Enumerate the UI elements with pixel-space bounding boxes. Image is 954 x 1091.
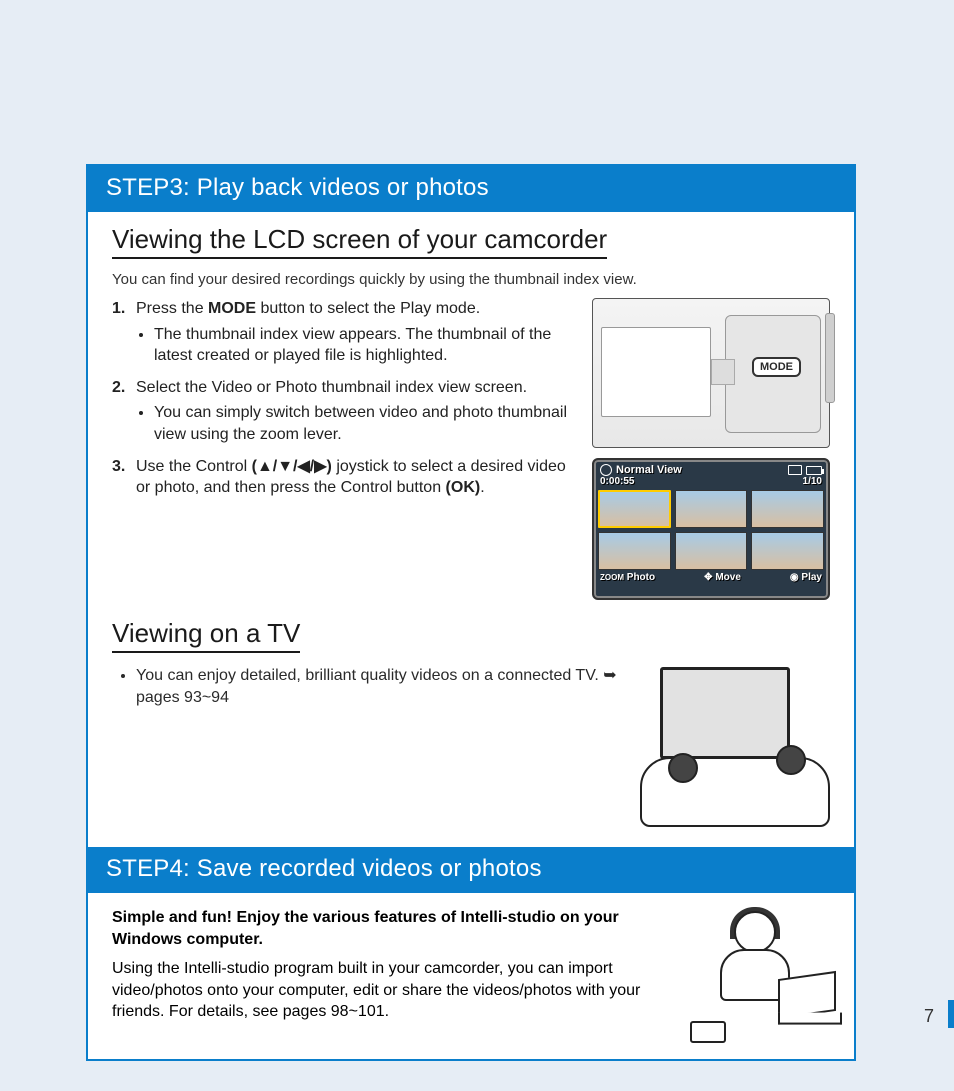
step4-text: Using the Intelli-studio program built i… [112,958,676,1023]
step4-bold-intro: Simple and fun! Enjoy the various featur… [112,907,676,950]
person-head-icon [776,745,806,775]
step3-content: Viewing the LCD screen of your camcorder… [88,212,854,847]
step-item-3: Use the Control (▲/▼/◀/▶) joystick to se… [112,456,578,499]
steps-column: Press the MODE button to select the Play… [112,298,578,600]
step4-header: STEP4: Save recorded videos or photos [88,847,854,893]
tv-bullet: You can enjoy detailed, brilliant qualit… [136,665,628,708]
section-heading-tv: Viewing on a TV [112,618,300,653]
step3-prefix: Use the Control [136,458,252,475]
step1-bold: MODE [208,300,256,317]
step1-suffix: button to select the Play mode. [256,300,480,317]
tv-illustration [640,667,830,829]
step3-header: STEP3: Play back videos or photos [88,166,854,212]
step-item-2: Select the Video or Photo thumbnail inde… [112,377,578,446]
section-heading-lcd: Viewing the LCD screen of your camcorder [112,224,607,259]
person-head-icon [668,753,698,783]
thumbnail [675,490,748,528]
laptop-icon [778,971,836,1019]
tv-bullet-prefix: You can enjoy detailed, brilliant qualit… [136,667,603,684]
mode-badge: MODE [752,357,801,377]
step1-sub: The thumbnail index view appears. The th… [154,324,578,367]
lcd-time: 0:00:55 [600,476,634,487]
step3-suffix: . [480,479,484,496]
move-label: Move [715,572,741,583]
zoom-label: ZOOM [600,573,624,582]
thumbnail [751,532,824,570]
ok-bold: (OK) [446,479,481,496]
thumbnail-selected [598,490,671,528]
card-icon [788,465,802,475]
step2-text: Select the Video or Photo thumbnail inde… [136,379,527,396]
lcd-screen-illustration: Normal View 0:00:55 1/10 [592,458,830,600]
play-label: Play [801,572,822,583]
manual-page: STEP3: Play back videos or photos Viewin… [86,164,856,1061]
step2-sub: You can simply switch between video and … [154,402,578,445]
page-number-tab [948,1000,954,1028]
step1-prefix: Press the [136,300,208,317]
page-number: 7 [924,1006,934,1027]
camcorder-screen-icon [601,327,711,417]
tv-icon [660,667,790,759]
thumbnail [598,532,671,570]
camcorder-lens-icon [825,313,835,403]
step4-content: Simple and fun! Enjoy the various featur… [88,893,854,1059]
lcd-title: Normal View [616,464,682,476]
thumbnail-grid [598,490,824,570]
joystick-symbols: (▲/▼/◀/▶) [252,458,332,475]
lcd-counter: 1/10 [803,476,822,487]
face-icon [734,911,776,953]
camcorder-illustration: MODE [592,298,830,448]
thumbnail [675,532,748,570]
thumbnail [751,490,824,528]
arrow-icon: ➥ [603,667,616,684]
step-item-1: Press the MODE button to select the Play… [112,298,578,367]
illustration-column: MODE Normal View [592,298,830,600]
person-laptop-illustration [690,907,830,1037]
photo-label: Photo [627,572,655,583]
section-intro: You can find your desired recordings qui… [112,271,830,288]
magnify-icon [600,464,612,476]
camcorder-hinge-icon [711,359,735,385]
tv-bullet-suffix: pages 93~94 [136,689,229,706]
battery-icon [806,466,822,475]
camcorder-small-icon [690,1021,726,1043]
